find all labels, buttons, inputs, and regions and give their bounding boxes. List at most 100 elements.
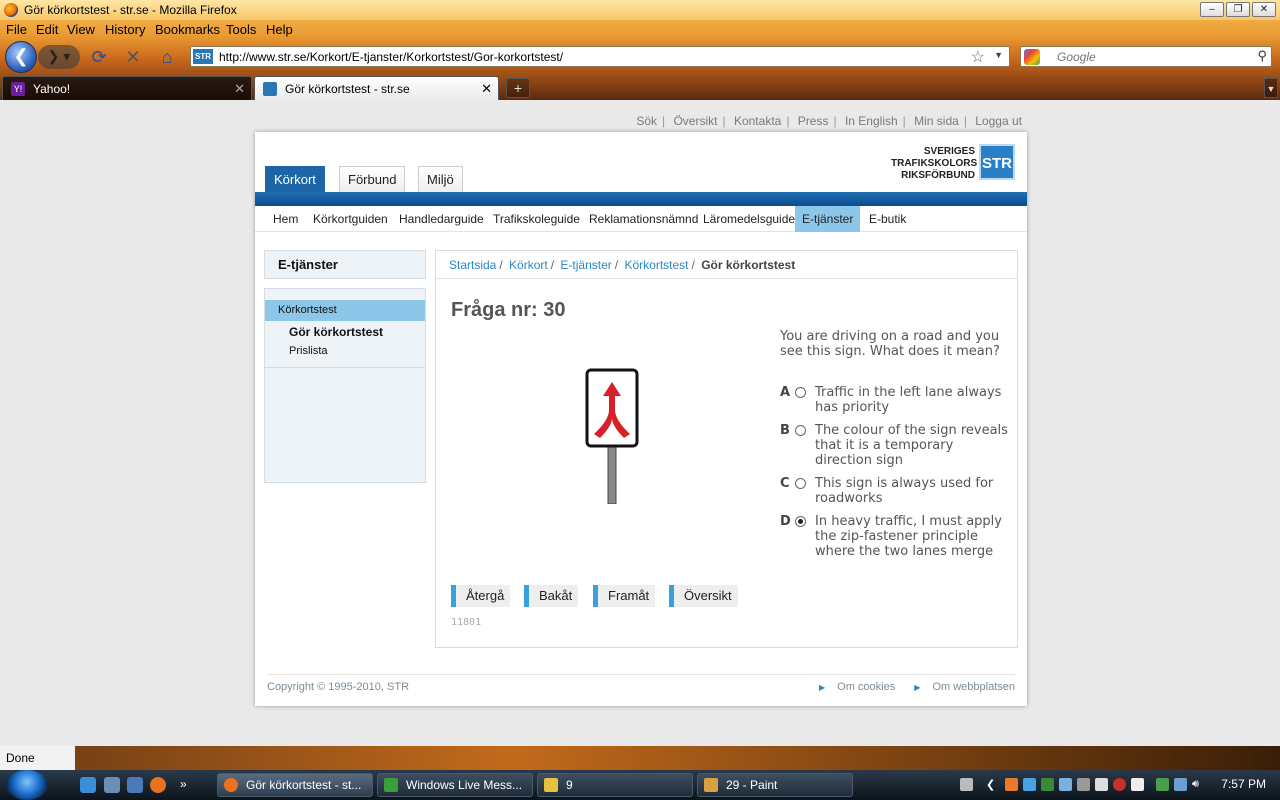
toplink-logga-ut[interactable]: Logga ut [975,114,1022,128]
bookmark-star-icon[interactable]: ☆ [971,47,985,67]
close-tab-icon[interactable]: ✕ [234,81,245,97]
crumb-korkortstest[interactable]: Körkortstest [624,258,688,272]
subnav-e-butik[interactable]: E-butik [862,206,913,232]
framat-button[interactable]: Framåt [593,585,656,607]
crumb-startsida[interactable]: Startsida [449,258,496,272]
search-box[interactable]: ⚲ [1020,46,1272,67]
bakat-button[interactable]: Bakåt [524,585,579,607]
taskbar-live-messenger[interactable]: Windows Live Mess... [377,773,533,797]
reload-icon[interactable]: ⟳ [89,47,109,67]
status-bar: Done [0,746,1280,770]
google-engine-icon[interactable] [1024,49,1040,65]
tab-korkort[interactable]: Körkort [265,166,325,192]
tab-forbund[interactable]: Förbund [339,166,406,192]
answer-letter: A [780,385,791,400]
subnav-e-tjanster[interactable]: E-tjänster [795,206,861,232]
address-bar[interactable]: STR http://www.str.se/Korkort/E-tjanster… [190,46,1010,67]
subnav-korkortguiden[interactable]: Körkortguiden [306,206,395,232]
toplink-press[interactable]: Press [798,114,829,128]
show-desktop-icon[interactable] [104,777,120,793]
tray-app-icon[interactable] [1156,778,1169,791]
close-tab-icon[interactable]: ✕ [481,81,492,97]
taskbar-firefox[interactable]: Gör körkortstest - st... [217,773,373,797]
menu-help[interactable]: Help [266,22,293,37]
firefox-quicklaunch-icon[interactable] [150,777,166,793]
search-icon[interactable]: ⚲ [1257,48,1267,64]
tab-yahoo[interactable]: Y! Yahoo! ✕ [2,76,252,100]
answer-d[interactable]: D In heavy traffic, I must apply the zip… [780,514,1010,559]
site-identity-icon[interactable]: STR [193,49,213,64]
str-favicon-icon [263,82,277,96]
ie-icon[interactable] [80,777,96,793]
address-url[interactable]: http://www.str.se/Korkort/E-tjanster/Kor… [219,50,563,64]
taskbar-paint[interactable]: 29 - Paint [697,773,853,797]
minimize-button[interactable]: – [1200,2,1224,17]
answer-letter: D [780,514,791,529]
tab-miljo[interactable]: Miljö [418,166,463,192]
network-icon[interactable] [1174,778,1187,791]
taskbar-folder-9[interactable]: 9 [537,773,693,797]
forward-button[interactable]: ❯ ▾ [38,45,80,69]
start-button[interactable] [6,770,48,800]
subnav-handledarguide[interactable]: Handledarguide [392,206,491,232]
home-icon[interactable]: ⌂ [157,47,177,67]
atergaa-button[interactable]: Återgå [451,585,511,607]
menu-file[interactable]: File [6,22,27,37]
tab-list-icon[interactable]: ▼ [1264,78,1278,98]
menu-history[interactable]: History [105,22,145,37]
oversikt-button[interactable]: Översikt [669,585,738,607]
subnav-hem[interactable]: Hem [266,206,305,232]
answer-b[interactable]: B The colour of the sign reveals that it… [780,423,1010,468]
toplink-in-english[interactable]: In English [845,114,898,128]
tray-app-icon[interactable] [1041,778,1054,791]
tray-app-icon[interactable] [1095,778,1108,791]
sidebar-item-prislista[interactable]: Prislista [265,342,425,361]
menu-tools[interactable]: Tools [226,22,256,37]
tab-str[interactable]: Gör körkortstest - str.se ✕ [254,76,499,100]
stop-icon[interactable]: ✕ [123,47,143,67]
switch-windows-icon[interactable] [127,777,143,793]
menu-edit[interactable]: Edit [36,22,58,37]
menu-bookmarks[interactable]: Bookmarks [155,22,220,37]
quicklaunch-more-icon[interactable]: » [180,777,196,793]
answer-c[interactable]: C This sign is always used for roadworks [780,476,1010,506]
footer-link-cookies[interactable]: Om cookies [837,681,895,693]
crumb-e-tjanster[interactable]: E-tjänster [560,258,611,272]
messenger-tray-icon[interactable] [1059,778,1072,791]
toplink-min-sida[interactable]: Min sida [914,114,959,128]
crumb-korkort[interactable]: Körkort [509,258,548,272]
search-input[interactable] [1055,48,1245,65]
new-tab-button[interactable]: + [506,78,530,98]
answer-d-radio[interactable] [795,516,806,527]
firefox-icon [224,778,238,792]
url-dropdown-icon[interactable]: ▼ [994,50,1003,60]
tray-app-icon[interactable] [1005,778,1018,791]
tray-app-icon[interactable] [1077,778,1090,791]
subnav-reklamationsnamnd[interactable]: Reklamationsnämnd [582,206,705,232]
sidebar-item-korkortstest[interactable]: Körkortstest [265,300,425,321]
answer-a[interactable]: A Traffic in the left lane always has pr… [780,385,1010,415]
answer-b-radio[interactable] [795,425,806,436]
tray-expand-icon[interactable]: ❮ [986,778,999,791]
question-code: 11801 [451,617,482,628]
str-logo[interactable]: SVERIGES TRAFIKSKOLORS RIKSFÖRBUND STR [891,142,1015,182]
subnav-trafikskoleguide[interactable]: Trafikskoleguide [486,206,587,232]
answer-c-radio[interactable] [795,478,806,489]
answer-a-radio[interactable] [795,387,806,398]
subnav-laromedelsguide[interactable]: Läromedelsguide [696,206,802,232]
back-button[interactable]: ❮ [5,41,37,73]
tray-app-icon[interactable] [1131,778,1144,791]
sidebar-item-gor-korkortstest[interactable]: Gör körkortstest [265,323,425,342]
close-window-button[interactable]: ✕ [1252,2,1276,17]
toplink-sok[interactable]: Sök [636,114,657,128]
clock[interactable]: 7:57 PM [1221,777,1266,791]
volume-icon[interactable]: 🔊︎ [1192,778,1205,791]
toplink-oversikt[interactable]: Översikt [673,114,717,128]
tray-app-icon[interactable] [1023,778,1036,791]
menu-view[interactable]: View [67,22,95,37]
footer-link-webbplatsen[interactable]: Om webbplatsen [932,681,1015,693]
toplink-kontakta[interactable]: Kontakta [734,114,781,128]
maximize-button[interactable]: ❐ [1226,2,1250,17]
keyboard-icon[interactable] [960,778,973,791]
tray-app-icon[interactable] [1113,778,1126,791]
